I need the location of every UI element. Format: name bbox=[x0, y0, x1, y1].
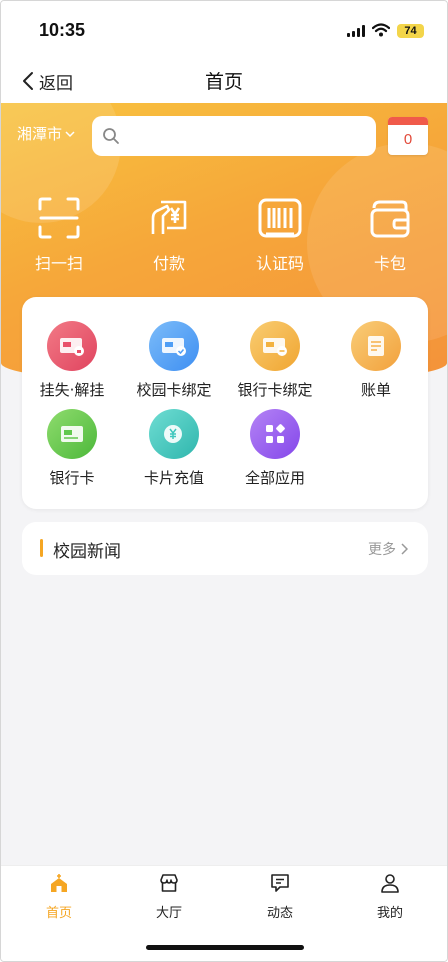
quick-action-label: 卡包 bbox=[373, 254, 406, 273]
quick-action-label: 付款 bbox=[152, 254, 185, 273]
service-recharge[interactable]: 卡片充值 bbox=[124, 409, 224, 488]
wallet-icon bbox=[370, 200, 410, 238]
profile-icon bbox=[381, 874, 399, 893]
service-label: 校园卡绑定 bbox=[136, 381, 212, 399]
quick-action-wallet[interactable]: 卡包 bbox=[345, 196, 435, 274]
service-label: 全部应用 bbox=[244, 469, 305, 487]
chevron-right-icon bbox=[401, 543, 408, 555]
cellular-signal-icon bbox=[347, 25, 367, 37]
services-card: 挂失·解挂 校园卡绑定 银行卡绑定 账单 银行卡 卡片充值 全部应用 bbox=[22, 297, 428, 509]
wifi-icon bbox=[372, 23, 390, 37]
tab-hall[interactable]: 大厅 bbox=[139, 872, 199, 921]
service-all-apps[interactable]: 全部应用 bbox=[225, 409, 325, 488]
service-bank-card[interactable]: 银行卡 bbox=[22, 409, 122, 488]
tab-feed[interactable]: 动态 bbox=[250, 872, 310, 921]
hall-icon bbox=[160, 874, 178, 892]
message-icon bbox=[271, 874, 289, 892]
tab-label: 我的 bbox=[376, 906, 403, 921]
status-bar: 10:35 74 bbox=[1, 1, 447, 59]
quick-action-auth-code[interactable]: 认证码 bbox=[235, 196, 325, 274]
service-label: 账单 bbox=[360, 381, 391, 399]
bill-icon bbox=[351, 321, 401, 371]
status-time: 10:35 bbox=[39, 20, 86, 40]
news-title: 校园新闻 bbox=[53, 542, 121, 562]
quick-action-payment[interactable]: 付款 bbox=[124, 196, 214, 274]
search-bar[interactable] bbox=[92, 116, 376, 156]
section-accent-bar bbox=[40, 539, 43, 557]
news-more-link[interactable]: 更多 bbox=[368, 539, 408, 559]
tab-home[interactable]: 首页 bbox=[29, 872, 89, 921]
search-input[interactable] bbox=[128, 128, 358, 144]
tab-profile[interactable]: 我的 bbox=[360, 872, 420, 921]
service-label: 银行卡 bbox=[49, 469, 95, 487]
service-bill[interactable]: 账单 bbox=[326, 321, 426, 400]
service-label: 卡片充值 bbox=[143, 469, 204, 487]
app-screen: 10:35 74 返回 首页 湘潭市 0 扫一扫 付款 认证码 卡包 挂失·解挂… bbox=[0, 0, 448, 962]
service-label: 银行卡绑定 bbox=[237, 381, 313, 399]
calendar-button[interactable]: 0 bbox=[388, 117, 428, 155]
service-bank-card-bind[interactable]: 银行卡绑定 bbox=[225, 321, 325, 400]
service-campus-card-bind[interactable]: 校园卡绑定 bbox=[124, 321, 224, 400]
recharge-icon bbox=[149, 409, 199, 459]
campus-news-section: 校园新闻 更多 bbox=[22, 522, 428, 575]
payment-icon bbox=[151, 200, 187, 234]
search-icon bbox=[103, 128, 119, 144]
home-indicator bbox=[146, 945, 304, 950]
campus-card-icon bbox=[149, 321, 199, 371]
chevron-down-icon bbox=[65, 130, 75, 137]
barcode-icon bbox=[258, 198, 302, 238]
tab-label: 大厅 bbox=[155, 906, 182, 921]
quick-action-label: 认证码 bbox=[255, 254, 304, 273]
quick-action-scan[interactable]: 扫一扫 bbox=[14, 196, 104, 274]
report-loss-icon bbox=[47, 321, 97, 371]
tab-label: 动态 bbox=[266, 906, 293, 921]
bank-card-icon bbox=[47, 409, 97, 459]
battery-indicator: 74 bbox=[397, 24, 424, 38]
tab-label: 首页 bbox=[45, 906, 72, 921]
city-label: 湘潭市 bbox=[17, 125, 63, 143]
more-label: 更多 bbox=[368, 542, 396, 558]
calendar-icon bbox=[388, 117, 428, 125]
calendar-count: 0 bbox=[403, 131, 413, 148]
bank-card-bind-icon bbox=[250, 321, 300, 371]
navigation-bar: 返回 首页 bbox=[1, 59, 447, 103]
service-label: 挂失·解挂 bbox=[39, 381, 105, 399]
all-apps-icon bbox=[250, 409, 300, 459]
page-title: 首页 bbox=[204, 71, 243, 93]
home-icon bbox=[51, 874, 67, 892]
city-selector[interactable]: 湘潭市 bbox=[17, 123, 75, 144]
quick-action-label: 扫一扫 bbox=[34, 254, 83, 273]
service-report-loss[interactable]: 挂失·解挂 bbox=[22, 321, 122, 400]
scan-icon bbox=[38, 197, 80, 239]
